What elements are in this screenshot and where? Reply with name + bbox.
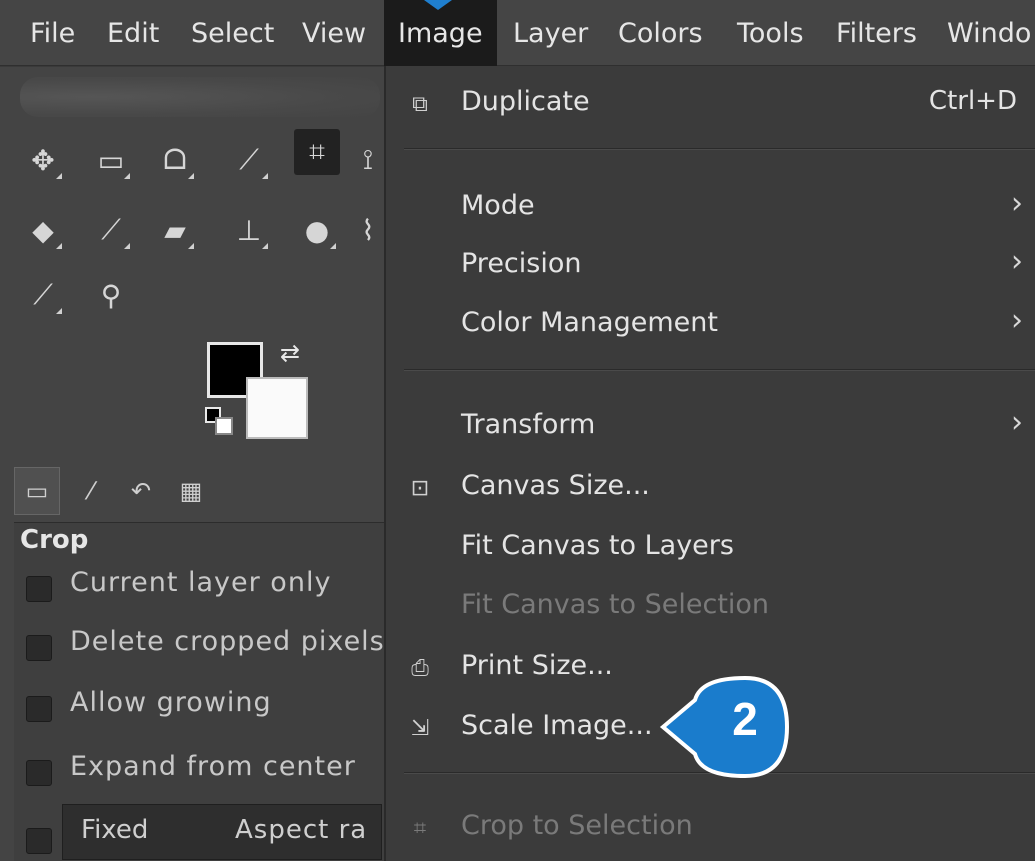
path-tool-icon[interactable]: ⌇ (352, 207, 384, 253)
menu-view[interactable]: View (302, 0, 366, 66)
menu-item-crop-to-selection: ⌗ Crop to Selection (386, 802, 1035, 858)
menu-item-label: Canvas Size... (461, 470, 650, 501)
checkbox[interactable] (26, 696, 52, 722)
crop-tool-icon[interactable]: ⌗ (294, 129, 340, 175)
menu-item-color-management[interactable]: Color Management › (386, 299, 1035, 355)
undo-history-tab-icon[interactable]: ↶ (118, 467, 164, 515)
separator (404, 369, 1035, 371)
fixed-label: Fixed (81, 815, 149, 845)
menu-layer[interactable]: Layer (513, 0, 588, 66)
checkbox[interactable] (26, 828, 52, 854)
clone-tool-icon[interactable]: ⊥ (226, 207, 272, 253)
menu-item-label: Fit Canvas to Layers (461, 530, 734, 561)
tool-options-title: Crop (20, 525, 89, 555)
eraser-tool-icon[interactable]: ▰ (152, 207, 198, 253)
menubar: File Edit Select View Image Layer Colors… (0, 0, 1035, 66)
transform-tool-icon[interactable]: ⟟ (352, 137, 384, 183)
menu-item-label: Transform (461, 409, 596, 440)
option-label: Delete cropped pixels (70, 626, 385, 657)
checkbox[interactable] (26, 635, 52, 661)
menu-colors[interactable]: Colors (618, 0, 703, 66)
option-label: Current layer only (70, 567, 332, 598)
chevron-right-icon: › (1011, 186, 1023, 221)
menu-item-canvas-size[interactable]: ⊡ Canvas Size... (386, 462, 1035, 518)
smudge-tool-icon[interactable]: ● (294, 207, 340, 253)
printer-icon: ⎙ (411, 655, 429, 681)
callout-badge: 2 (655, 672, 795, 782)
fuzzy-select-tool-icon[interactable]: ⟋ (226, 137, 272, 183)
menu-file[interactable]: File (30, 0, 75, 66)
menu-item-fit-canvas-to-layers[interactable]: Fit Canvas to Layers (386, 522, 1035, 578)
callout-number: 2 (732, 693, 758, 745)
menu-item-fit-canvas-to-selection: Fit Canvas to Selection (386, 581, 1035, 637)
menu-select[interactable]: Select (191, 0, 274, 66)
menu-item-label: Print Size... (461, 650, 613, 681)
menu-filters[interactable]: Filters (836, 0, 917, 66)
menu-item-duplicate[interactable]: ⧉ Duplicate Ctrl+D (386, 78, 1035, 134)
option-label: Allow growing (70, 687, 272, 718)
menu-item-label: Crop to Selection (461, 810, 693, 841)
images-tab-icon[interactable]: ▦ (168, 467, 214, 515)
menu-item-label: Duplicate (461, 86, 590, 117)
lasso-tool-icon[interactable]: ᗝ (152, 137, 198, 183)
swap-colors-icon[interactable]: ⇄ (280, 339, 300, 367)
separator (404, 148, 1035, 150)
menu-tools[interactable]: Tools (737, 0, 804, 66)
paintbrush-tool-icon[interactable]: ⟋ (88, 207, 134, 253)
duplicate-icon: ⧉ (412, 91, 428, 117)
device-status-tab-icon[interactable]: ⁄ (68, 467, 114, 515)
menu-item-label: Color Management (461, 307, 718, 338)
checkbox[interactable] (26, 576, 52, 602)
tool-options-tab-icon[interactable]: ▭ (14, 467, 60, 515)
shortcut-label: Ctrl+D (928, 86, 1017, 116)
blurred-header (20, 77, 380, 117)
canvas-size-icon: ⊡ (410, 475, 430, 501)
background-color-swatch[interactable] (246, 377, 308, 439)
menu-item-label: Precision (461, 248, 582, 279)
menu-edit[interactable]: Edit (107, 0, 159, 66)
menu-item-label: Scale Image... (461, 710, 653, 741)
color-picker-tool-icon[interactable]: ⟋ (20, 272, 66, 318)
chevron-right-icon: › (1011, 303, 1023, 338)
callout-pointer-1 (424, 0, 452, 10)
rect-select-tool-icon[interactable]: ▭ (88, 137, 134, 183)
reset-colors-bg-icon (215, 417, 233, 435)
menu-item-transform[interactable]: Transform › (386, 401, 1035, 457)
scale-image-icon: ⇲ (410, 715, 430, 741)
menu-item-label: Fit Canvas to Selection (461, 589, 770, 620)
dock-tabs: ▭ ⁄ ↶ ▦ (14, 467, 384, 517)
toolbox: ✥ ▭ ᗝ ⟋ ⌗ ⟟ ◆ ⟋ ▰ ⊥ ● ⌇ ⟋ ⚲ ⇄ ▭ ⁄ ↶ ▦ Cr… (0, 67, 384, 861)
bucket-fill-tool-icon[interactable]: ◆ (20, 207, 66, 253)
menu-item-precision[interactable]: Precision › (386, 240, 1035, 296)
checkbox[interactable] (26, 760, 52, 786)
fixed-mode-select[interactable]: Aspect ra (235, 815, 367, 845)
crop-icon: ⌗ (413, 815, 427, 841)
menu-item-mode[interactable]: Mode › (386, 182, 1035, 238)
menu-windows[interactable]: Windo (947, 0, 1031, 66)
option-label: Expand from center (70, 751, 356, 782)
fixed-aspect-combo[interactable]: Fixed Aspect ra (62, 804, 382, 860)
chevron-right-icon: › (1011, 405, 1023, 440)
zoom-tool-icon[interactable]: ⚲ (88, 272, 134, 318)
move-tool-icon[interactable]: ✥ (20, 137, 66, 183)
chevron-right-icon: › (1011, 244, 1023, 279)
menu-item-label: Mode (461, 190, 535, 221)
